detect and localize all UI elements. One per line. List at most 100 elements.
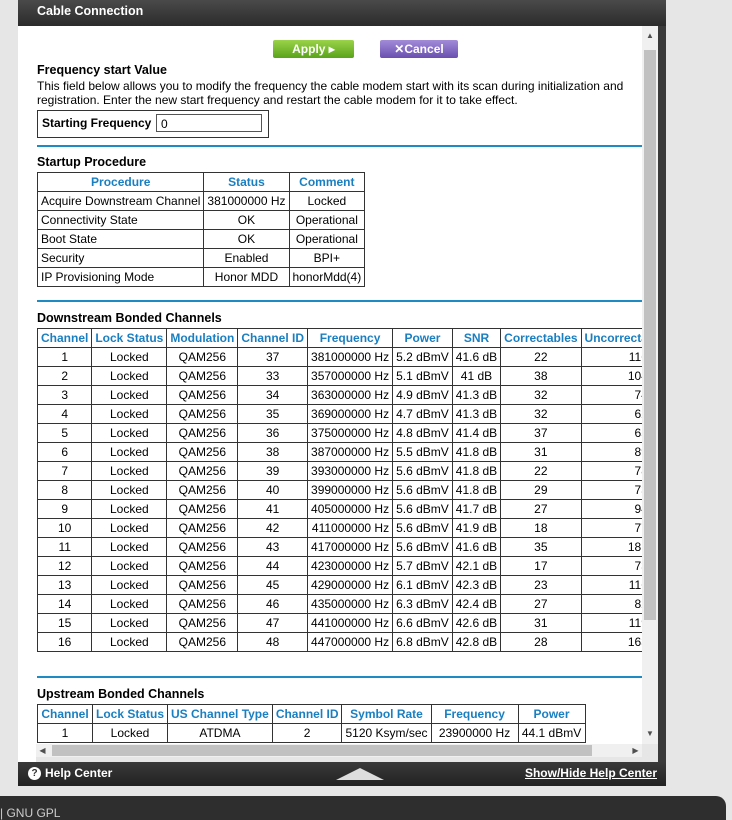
table-cell: 40 [237,480,309,500]
section-divider [37,300,642,302]
window-title: Cable Connection [37,4,144,18]
table-cell: 375000000 Hz [307,423,394,443]
table-header-row: Channel Lock Status US Channel Type Channel… [37,704,586,724]
startup-heading: Startup Procedure [37,155,147,169]
table-cell: 6.6 dBmV [392,613,453,633]
table-cell: Locked [91,347,168,367]
table-cell: QAM256 [166,404,239,424]
table-cell: Locked [91,632,168,652]
table-row: 10 Locked QAM256 42 411000000 Hz 5.6 dBmV 41.9… [36,518,642,538]
table-cell: 77 [580,518,642,538]
cancel-button[interactable]: ✕Cancel [380,40,458,58]
table-cell: 33 [237,366,309,386]
table-cell: 17 [500,556,582,576]
table-cell: 1 [36,347,93,367]
table-cell: 5.6 dBmV [392,480,453,500]
table-cell: Locked [91,575,168,595]
upstream-table: Channel Lock Status US Channel Type Channel… [37,704,586,743]
startup-table: Procedure Status Comment Acquire Downstream… [36,172,366,287]
table-cell: 32 [500,404,582,424]
table-cell: Locked [91,723,169,743]
scroll-up-icon[interactable]: ▲ [642,28,658,44]
table-cell: 116 [580,575,642,595]
table-cell: 39 [237,461,309,481]
table-cell: 22 [500,347,582,367]
table-cell: Connectivity State [36,210,205,230]
table-cell: Locked [91,366,168,386]
table-cell: 42 [237,518,309,538]
table-cell: 41.8 dB [451,442,502,462]
table-cell: 11 [36,537,93,557]
table-cell: 393000000 Hz [307,461,394,481]
footer-text: | GNU GPL [0,806,61,820]
table-cell: Acquire Downstream Channel [36,191,205,211]
table-cell: 89 [580,442,642,462]
table-row: 15 Locked QAM256 47 441000000 Hz 6.6 dBmV 42.6… [36,613,642,633]
help-center-link[interactable]: ? Help Center [28,766,112,780]
table-row: Boot State OK Operational [36,229,366,249]
starting-frequency-input[interactable]: 0 [156,114,262,132]
column-header: Lock Status [91,704,169,724]
table-cell: OK [203,210,290,230]
table-row: Acquire Downstream Channel 381000000 Hz Lo… [36,191,366,211]
column-header: Lock Status [91,328,168,348]
downstream-heading: Downstream Bonded Channels [37,311,222,325]
table-cell: QAM256 [166,347,239,367]
table-cell: 6.8 dBmV [392,632,453,652]
table-cell: 35 [237,404,309,424]
close-icon: ✕ [394,42,405,56]
column-header: SNR [451,328,502,348]
table-cell: 22 [500,461,582,481]
table-cell: QAM256 [166,594,239,614]
column-header: Channel ID [271,704,343,724]
table-cell: 6.1 dBmV [392,575,453,595]
table-cell: 5.1 dBmV [392,366,453,386]
table-cell: 13 [36,575,93,595]
table-cell: 78 [580,461,642,481]
scroll-down-icon[interactable]: ▼ [642,726,658,742]
apply-button[interactable]: Apply ▸ [273,40,354,58]
table-cell: QAM256 [166,385,239,405]
table-cell: Locked [91,480,168,500]
table-cell: 381000000 Hz [307,347,394,367]
table-header-row: Channel Lock Status Modulation Channel ID Fr… [36,328,642,348]
table-row: 9 Locked QAM256 41 405000000 Hz 5.6 dBmV 41.7 … [36,499,642,519]
table-cell: 417000000 Hz [307,537,394,557]
section-divider [37,145,642,147]
table-cell: 44 [237,556,309,576]
table-cell: 44.1 dBmV [517,723,586,743]
horizontal-scroll-thumb[interactable] [52,745,592,756]
column-header: Status [203,172,290,192]
table-cell: 82 [580,594,642,614]
expand-arrow-icon[interactable] [336,768,384,780]
table-cell: 41 dB [451,366,502,386]
table-row: IP Provisioning Mode Honor MDD honorMdd(4) [36,267,366,287]
table-cell: QAM256 [166,575,239,595]
show-hide-help-link[interactable]: Show/Hide Help Center [525,766,657,780]
scroll-right-icon[interactable]: ▶ [629,744,642,757]
table-cell: Locked [91,537,168,557]
table-cell: 181 [580,537,642,557]
horizontal-scrollbar[interactable]: ◀ ▶ [36,744,642,757]
table-row: 8 Locked QAM256 40 399000000 Hz 5.6 dBmV 41.8 … [36,480,642,500]
column-header: Channel ID [237,328,309,348]
vertical-scrollbar[interactable]: ▲ ▼ [642,26,658,744]
table-cell: 423000000 Hz [307,556,394,576]
table-cell: Locked [288,191,366,211]
table-cell: QAM256 [166,556,239,576]
table-cell: 387000000 Hz [307,442,394,462]
table-cell: 38 [237,442,309,462]
page-footer: | GNU GPL [0,796,726,820]
table-cell: 45 [237,575,309,595]
scroll-left-icon[interactable]: ◀ [36,744,49,757]
table-cell: 42.8 dB [451,632,502,652]
vertical-scroll-thumb[interactable] [644,50,656,620]
table-cell: 4.9 dBmV [392,385,453,405]
table-row: 7 Locked QAM256 39 393000000 Hz 5.6 dBmV 41.8 … [36,461,642,481]
table-cell: 47 [237,613,309,633]
table-cell: Locked [91,499,168,519]
table-cell: Locked [91,518,168,538]
table-cell: 1 [37,723,93,743]
table-cell: 62 [580,404,642,424]
table-cell: 48 [237,632,309,652]
